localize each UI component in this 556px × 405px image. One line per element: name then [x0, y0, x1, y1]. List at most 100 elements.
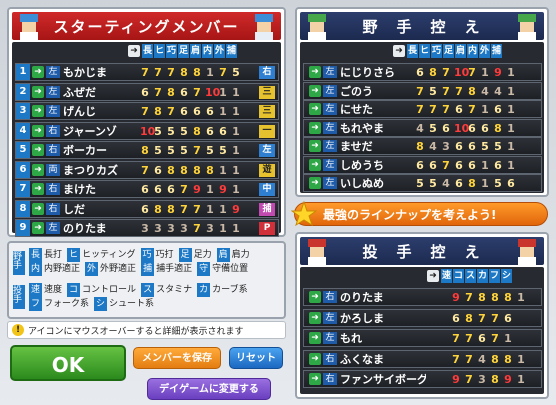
sort-arrow-icon[interactable]: ➜ — [427, 270, 439, 282]
reserve-pitcher-row[interactable]: ➜ 左もれ 7 7 6 7 1 — [303, 329, 542, 347]
column-header[interactable]: ヒ — [419, 44, 430, 58]
position-badge[interactable]: 左 — [259, 144, 275, 157]
column-header[interactable]: 肩 — [190, 44, 201, 58]
player-detail-icon[interactable]: ➜ — [32, 202, 44, 215]
day-game-button[interactable]: デイゲームに変更する — [147, 378, 271, 400]
player-detail-icon[interactable]: ➜ — [309, 311, 321, 324]
starting-player-row[interactable]: 9 ➜ 左のりたま 3 3 3 3 7 3 1 1 P — [15, 219, 279, 237]
starting-player-row[interactable]: 7 ➜ 右まけた 6 6 6 7 9 1 9 1 中 — [15, 180, 279, 198]
player-detail-icon[interactable]: ➜ — [309, 177, 321, 189]
column-header[interactable]: ヒ — [154, 44, 165, 58]
sort-arrow-icon[interactable]: ➜ — [393, 45, 405, 57]
column-header[interactable]: 巧 — [166, 44, 177, 58]
reserve-fielder-row[interactable]: ➜ 左しめうち 6 6 7 6 6 1 6 1 — [303, 155, 542, 174]
player-detail-icon[interactable]: ➜ — [32, 183, 44, 195]
position-badge[interactable]: 捕 — [259, 202, 275, 216]
column-header[interactable]: カ — [477, 269, 488, 283]
player-detail-icon[interactable]: ➜ — [309, 352, 321, 365]
column-header[interactable]: コ — [453, 269, 464, 283]
stat-value: 1 — [507, 158, 515, 172]
position-badge[interactable]: 遊 — [259, 163, 275, 177]
starting-player-row[interactable]: 1 ➜ 左もかじま 7 7 7 8 8 1 7 5 右 — [15, 63, 279, 81]
column-header[interactable]: 足 — [443, 44, 454, 58]
stat-value: 7 — [180, 183, 188, 196]
stat-value: 6 — [455, 103, 463, 116]
player-detail-icon[interactable]: ➜ — [309, 103, 321, 115]
player-name: ジャーンゾ — [63, 124, 117, 138]
column-header[interactable]: 捕 — [226, 44, 237, 58]
player-detail-icon[interactable]: ➜ — [309, 291, 321, 303]
starting-player-row[interactable]: 4 ➜ 右ジャーンゾ 10 5 5 5 8 6 6 1 一 — [15, 121, 279, 140]
starting-player-row[interactable]: 3 ➜ 左げんじ 7 8 7 6 6 6 1 1 三 — [15, 102, 279, 120]
column-header[interactable]: シ — [501, 269, 512, 283]
starting-player-row[interactable]: 5 ➜ 右ボーカー 8 5 5 5 7 5 5 1 左 — [15, 141, 279, 159]
player-detail-icon[interactable]: ➜ — [309, 332, 321, 344]
reserve-pitcher-row[interactable]: ➜ 左かろしま 6 8 7 7 6 — [303, 308, 542, 327]
starting-player-row[interactable]: 8 ➜ 右しだ 6 8 8 7 7 1 1 9 捕 — [15, 199, 279, 218]
player-detail-icon[interactable]: ➜ — [32, 222, 44, 234]
column-header[interactable]: 外 — [214, 44, 225, 58]
column-header[interactable]: フ — [489, 269, 500, 283]
stat-value: 6 — [442, 121, 450, 135]
position-badge[interactable]: 三 — [259, 85, 275, 99]
column-header[interactable]: 外 — [479, 44, 490, 58]
save-members-button[interactable]: メンバーを保存 — [133, 347, 221, 369]
column-header[interactable]: 速 — [441, 269, 452, 283]
column-header[interactable]: 足 — [178, 44, 189, 58]
legend-item: 巧巧打 — [140, 248, 174, 262]
stat-value: 6 — [504, 311, 512, 325]
reserve-fielder-row[interactable]: ➜ 左もれやま 4 5 6 10 6 6 8 1 — [303, 118, 542, 137]
stat-value: 8 — [193, 124, 201, 138]
column-header[interactable]: 内 — [467, 44, 478, 58]
column-header[interactable]: 捕 — [491, 44, 502, 58]
reset-button[interactable]: リセット — [229, 347, 283, 369]
column-header[interactable]: 長 — [407, 44, 418, 58]
reserve-fielder-row[interactable]: ➜ 左ごのう 7 5 7 7 8 4 4 1 — [303, 81, 542, 100]
legend-text: 外野適正 — [100, 264, 137, 274]
player-detail-icon[interactable]: ➜ — [309, 373, 321, 385]
reserve-fielder-row[interactable]: ➜ 左にせた 7 7 7 6 7 1 6 1 — [303, 100, 542, 118]
position-badge[interactable]: 三 — [259, 105, 275, 118]
position-badge[interactable]: 中 — [259, 183, 275, 196]
batting-order-number: 4 — [16, 122, 30, 139]
player-detail-icon[interactable]: ➜ — [32, 66, 44, 78]
ok-button[interactable]: OK — [10, 345, 126, 381]
reserve-pitcher-row[interactable]: ➜ 右ふくなま 7 7 4 8 8 1 — [303, 349, 542, 368]
stat-value: 8 — [468, 84, 476, 98]
stat-value: 6 — [180, 105, 188, 118]
player-detail-icon[interactable]: ➜ — [309, 158, 321, 171]
player-detail-icon[interactable]: ➜ — [32, 163, 44, 176]
reserve-fielder-row[interactable]: ➜ 左いしぬめ 5 5 4 6 8 1 5 6 — [303, 174, 542, 192]
stat-value: 1 — [507, 66, 515, 79]
reserve-fielder-row[interactable]: ➜ 左にじりさら 6 8 7 10 7 1 9 1 — [303, 63, 542, 81]
starting-player-row[interactable]: 2 ➜ 左ふぜだ 6 7 8 6 7 10 1 1 三 — [15, 82, 279, 101]
player-name: にせた — [340, 103, 373, 116]
player-detail-icon[interactable]: ➜ — [32, 144, 44, 156]
column-header[interactable]: ス — [465, 269, 476, 283]
starting-player-row[interactable]: 6 ➜ 両まつりカズ 7 6 8 8 8 8 1 1 遊 — [15, 160, 279, 179]
column-header[interactable]: 長 — [142, 44, 153, 58]
position-badge[interactable]: 一 — [259, 124, 275, 138]
column-header[interactable]: 内 — [202, 44, 213, 58]
player-name: もれ — [340, 332, 362, 345]
player-stats: 973891 — [451, 373, 526, 386]
sort-arrow-icon[interactable]: ➜ — [128, 45, 140, 57]
player-detail-icon[interactable]: ➜ — [32, 105, 44, 117]
column-header[interactable]: 巧 — [431, 44, 442, 58]
column-header[interactable]: 肩 — [455, 44, 466, 58]
position-badge[interactable]: P — [259, 222, 275, 235]
legend-text: ヒッティング — [82, 250, 136, 260]
reserve-pitcher-row[interactable]: ➜ 右ファンサイボーグ 9 7 3 8 9 1 — [303, 370, 542, 388]
player-detail-icon[interactable]: ➜ — [309, 140, 321, 152]
player-detail-icon[interactable]: ➜ — [32, 124, 44, 137]
player-stats: 68776 — [451, 312, 526, 325]
player-detail-icon[interactable]: ➜ — [309, 66, 321, 78]
stat-value: 7 — [154, 66, 162, 79]
reserve-fielder-row[interactable]: ➜ 左ませだ 8 4 3 6 6 5 5 1 — [303, 137, 542, 155]
legend-item: ヒヒッティング — [67, 248, 136, 262]
reserve-pitcher-row[interactable]: ➜ 右のりたま 9 7 8 8 8 1 — [303, 288, 542, 306]
position-badge[interactable]: 右 — [259, 66, 275, 79]
player-detail-icon[interactable]: ➜ — [309, 121, 321, 134]
player-detail-icon[interactable]: ➜ — [32, 85, 44, 98]
player-detail-icon[interactable]: ➜ — [309, 84, 321, 97]
